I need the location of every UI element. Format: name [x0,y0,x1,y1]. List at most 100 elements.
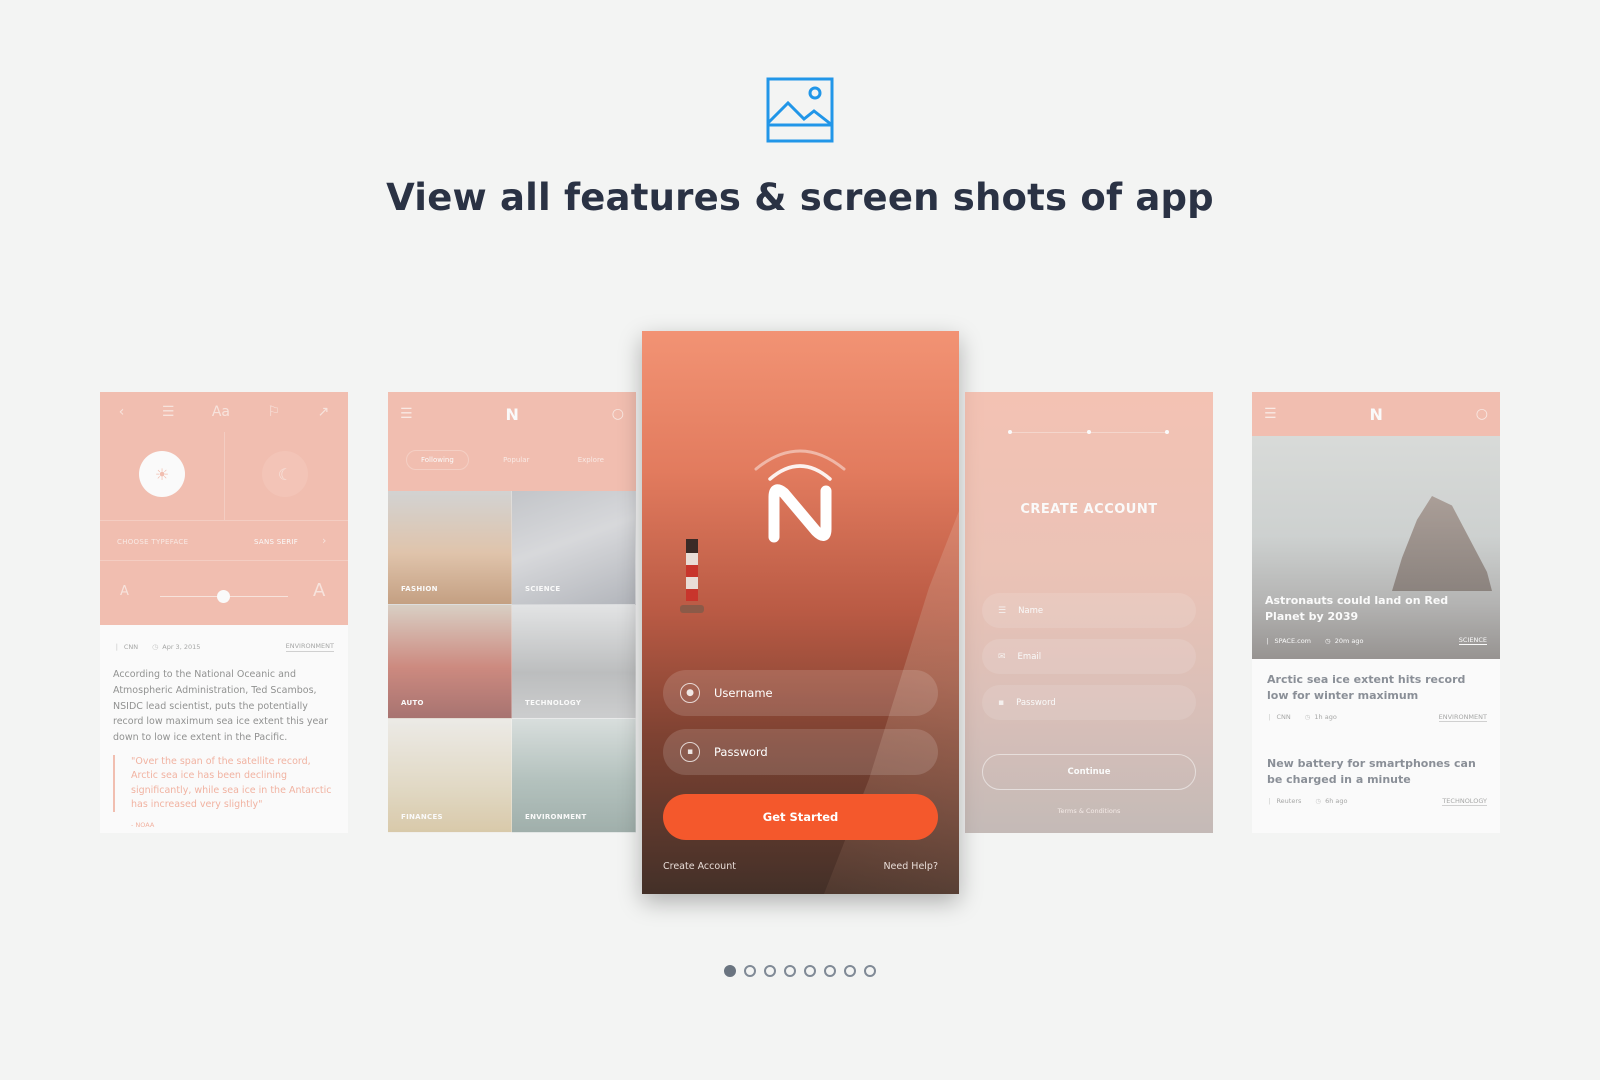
get-started-button[interactable]: Get Started [663,794,938,840]
category-tile-technology[interactable]: TECHNOLOGY [512,605,636,719]
nav-bar: ☰ N ○ [1252,392,1500,436]
user-icon: ● [680,683,700,703]
category-tile-fashion[interactable]: FASHION [388,491,512,605]
feed-tabs: Following Popular Explore [406,450,618,470]
article-category[interactable]: ENVIRONMENT [1438,713,1487,722]
source-icon: ❘ [1267,797,1273,806]
login-screenshot[interactable]: ● Username ▪ Password Get Started Create… [642,331,959,894]
hero-time: 20m ago [1334,636,1364,645]
email-field[interactable]: ✉ Email [982,639,1196,674]
category-tile-environment[interactable]: ENVIRONMENT [512,719,636,833]
rock-image [1392,496,1492,591]
categories-screenshot[interactable]: ☰ N ○ Following Popular Explore FASHION … [388,392,636,833]
article-category[interactable]: TECHNOLOGY [1442,797,1487,806]
article-meta: ❘ CNN ◷ 1h ago ENVIRONMENT [1267,713,1487,722]
tab-explore[interactable]: Explore [564,451,618,469]
divider [100,560,348,561]
name-placeholder: Name [1018,605,1044,616]
name-field[interactable]: ☰ Name [982,593,1196,628]
pagination-dot[interactable] [864,965,876,977]
category-tile-auto[interactable]: AUTO [388,605,512,719]
category-tile-science[interactable]: SCIENCE [512,491,636,605]
pagination-dot[interactable] [804,965,816,977]
nav-bar: ☰ N ○ [388,392,636,436]
clock-icon: ◷ [1325,636,1331,645]
clock-icon: ◷ [152,643,159,651]
password-field[interactable]: ▪ Password [663,729,938,775]
article-quote: "Over the span of the satellite record, … [113,755,335,813]
search-icon[interactable]: ○ [1476,406,1488,422]
tab-popular[interactable]: Popular [489,451,543,469]
category-label: AUTO [401,699,424,707]
settings-panel: ‹ ☰ Aa ⚐ ↗ ☀ ☾ CHOOSE TYPEFACE SANS SERI… [100,392,348,625]
pagination-dot[interactable] [824,965,836,977]
typeface-value[interactable]: SANS SERIF [254,538,298,546]
article-meta: ❘ Reuters ◷ 6h ago TECHNOLOGY [1267,797,1487,806]
source-icon: ❘ [1267,713,1273,722]
back-icon[interactable]: ‹ [119,404,125,420]
pagination-dot[interactable] [744,965,756,977]
category-label: ENVIRONMENT [525,813,587,821]
app-logo: N [505,404,519,424]
tab-following[interactable]: Following [406,450,469,470]
category-label: TECHNOLOGY [525,699,582,707]
password-field[interactable]: ▪ Password [982,685,1196,720]
list-item[interactable]: Arctic sea ice extent hits record low fo… [1267,672,1487,722]
search-icon[interactable]: ○ [612,406,624,422]
app-logo-icon [754,449,846,543]
reader-toolbar: ‹ ☰ Aa ⚐ ↗ [100,404,348,420]
category-tile-finances[interactable]: FINANCES [388,719,512,833]
terms-link[interactable]: Terms & Conditions [965,807,1213,815]
reading-settings-screenshot[interactable]: ‹ ☰ Aa ⚐ ↗ ☀ ☾ CHOOSE TYPEFACE SANS SERI… [100,392,348,833]
create-account-screenshot[interactable]: CREATE ACCOUNT ☰ Name ✉ Email ▪ Password… [965,392,1213,833]
font-size-slider-handle[interactable] [217,590,230,603]
username-field[interactable]: ● Username [663,670,938,716]
image-icon [766,77,834,143]
step-dot [1087,430,1091,434]
quote-source: - NOAA [131,821,155,829]
moon-icon[interactable]: ☾ [262,451,308,497]
hero-meta: ❘ SPACE.com ◷ 20m ago SCIENCE [1265,636,1487,645]
chevron-right-icon[interactable]: › [322,534,326,547]
font-size-small: A [120,584,129,599]
continue-button[interactable]: Continue [982,754,1196,790]
article-source: CNN [123,643,139,651]
need-help-link[interactable]: Need Help? [883,861,938,872]
article-source: Reuters [1276,797,1302,806]
article-meta: ❘ CNN ◷ Apr 3, 2015 ENVIRONMENT [114,642,334,652]
hero-category[interactable]: SCIENCE [1458,636,1487,645]
email-placeholder: Email [1017,651,1042,662]
menu-icon[interactable]: ☰ [1264,406,1277,422]
lighthouse-image [680,539,704,613]
list-icon[interactable]: ☰ [162,404,175,420]
article-category[interactable]: ENVIRONMENT [285,642,334,652]
pagination-dot[interactable] [724,965,736,977]
pagination-dot[interactable] [764,965,776,977]
article-title: New battery for smartphones can be charg… [1267,757,1476,786]
divider [224,432,225,520]
page-title: View all features & screen shots of app [386,176,1214,219]
username-placeholder: Username [714,686,773,700]
pagination-dot[interactable] [844,965,856,977]
list-item[interactable]: New battery for smartphones can be charg… [1267,756,1487,806]
clock-icon: ◷ [1304,713,1311,722]
font-size-large: A [313,580,326,601]
password-placeholder: Password [714,745,768,759]
clock-icon: ◷ [1315,797,1322,806]
pagination-dot[interactable] [784,965,796,977]
share-icon[interactable]: ↗ [318,404,330,420]
category-label: FASHION [401,585,438,593]
name-icon: ☰ [998,605,1007,616]
news-feed-screenshot[interactable]: ☰ N ○ Astronauts could land on Red Plane… [1252,392,1500,833]
menu-icon[interactable]: ☰ [400,406,413,422]
font-settings-label[interactable]: Aa [212,404,230,420]
sun-icon[interactable]: ☀ [139,451,185,497]
category-label: FINANCES [401,813,443,821]
create-account-link[interactable]: Create Account [663,861,736,872]
hero-article[interactable]: Astronauts could land on Red Planet by 2… [1252,436,1500,659]
category-label: SCIENCE [525,585,561,593]
bookmark-icon[interactable]: ⚐ [267,404,280,420]
typeface-label: CHOOSE TYPEFACE [117,538,189,546]
article-time: 6h ago [1325,797,1348,806]
hero-source: SPACE.com [1274,636,1312,645]
